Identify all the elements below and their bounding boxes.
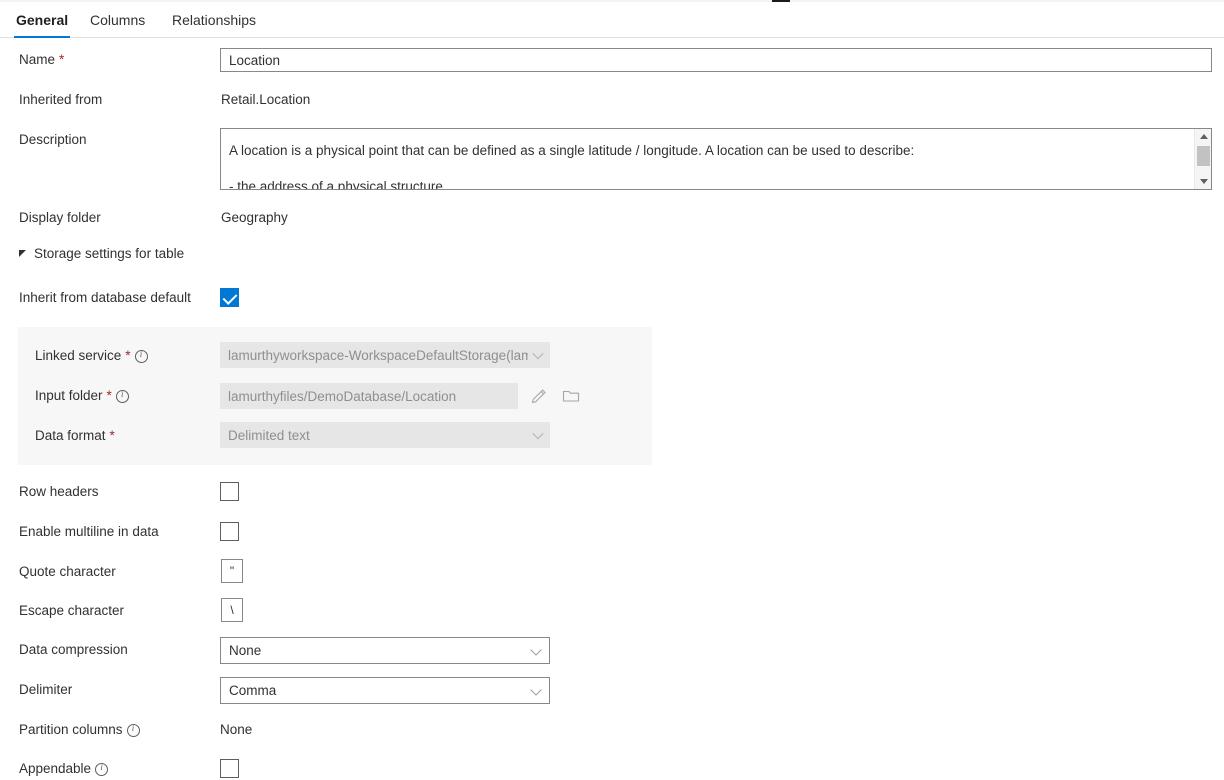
info-icon[interactable] [127, 724, 140, 737]
tab-general-label: General [16, 12, 68, 28]
tab-relationships[interactable]: Relationships [170, 2, 258, 38]
data-compression-dropdown[interactable]: None [220, 637, 550, 664]
partition-columns-label: Partition columns [19, 722, 140, 737]
inherit-default-label: Inherit from database default [19, 290, 191, 305]
tab-general[interactable]: General [14, 2, 70, 38]
inherit-default-checkbox[interactable] [220, 288, 239, 307]
collapse-triangle-icon [19, 250, 26, 257]
input-folder-required-marker: * [107, 388, 112, 403]
scrollbar-thumb[interactable] [1197, 146, 1210, 166]
row-headers-checkbox[interactable] [220, 482, 239, 501]
scroll-up-arrow-icon[interactable] [1195, 129, 1212, 144]
quote-character-label: Quote character [19, 564, 116, 579]
linked-service-dropdown[interactable]: lamurthyworkspace-WorkspaceDefaultStorag… [220, 342, 550, 368]
linked-service-label: Linked service * [35, 348, 148, 363]
delimiter-dropdown[interactable]: Comma [220, 677, 550, 704]
enable-multiline-checkbox[interactable] [220, 522, 239, 541]
name-label: Name * [19, 52, 64, 67]
partition-columns-value: None [220, 722, 252, 737]
display-folder-label: Display folder [19, 210, 101, 225]
info-icon[interactable] [135, 350, 148, 363]
info-icon[interactable] [116, 390, 129, 403]
description-scrollbar[interactable] [1194, 129, 1211, 189]
quote-character-input[interactable] [221, 559, 243, 583]
appendable-checkbox[interactable] [220, 759, 239, 778]
chevron-down-icon [532, 348, 543, 359]
scroll-down-arrow-icon[interactable] [1195, 174, 1212, 189]
escape-character-input[interactable] [221, 598, 243, 622]
pencil-icon[interactable] [529, 386, 549, 406]
enable-multiline-label: Enable multiline in data [19, 524, 159, 539]
description-line-2: - the address of a physical structure [229, 179, 443, 189]
name-input[interactable] [220, 48, 1212, 72]
inherited-from-label: Inherited from [19, 92, 102, 107]
data-compression-value: None [229, 643, 261, 658]
tab-columns-label: Columns [90, 12, 145, 28]
data-compression-label: Data compression [19, 642, 128, 657]
escape-character-label: Escape character [19, 603, 124, 618]
data-format-required-marker: * [110, 428, 115, 443]
tab-columns[interactable]: Columns [88, 2, 147, 38]
storage-settings-label: Storage settings for table [34, 246, 184, 261]
description-label: Description [19, 132, 87, 147]
data-format-label: Data format * [35, 428, 115, 443]
delimiter-value: Comma [229, 683, 276, 698]
input-folder-field[interactable]: lamurthyfiles/DemoDatabase/Location [220, 383, 518, 409]
inherited-from-value: Retail.Location [221, 92, 310, 107]
storage-settings-section-header[interactable]: Storage settings for table [19, 246, 184, 261]
display-folder-value: Geography [221, 210, 288, 225]
folder-icon[interactable] [561, 386, 581, 406]
description-line-1: A location is a physical point that can … [229, 143, 914, 158]
delimiter-label: Delimiter [19, 682, 72, 697]
tab-bar: General Columns Relationships [0, 2, 1224, 38]
table-properties-panel: General Columns Relationships Name * Inh… [0, 0, 1224, 780]
linked-service-required-marker: * [125, 348, 130, 363]
chevron-down-icon [530, 644, 541, 655]
chevron-down-icon [532, 428, 543, 439]
linked-service-value: lamurthyworkspace-WorkspaceDefaultStorag… [228, 348, 528, 363]
tab-relationships-label: Relationships [172, 12, 256, 28]
appendable-label: Appendable [19, 761, 108, 776]
row-headers-label: Row headers [19, 484, 99, 499]
description-textarea[interactable]: A location is a physical point that can … [220, 128, 1212, 190]
data-format-value: Delimited text [228, 428, 528, 443]
data-format-dropdown[interactable]: Delimited text [220, 422, 550, 448]
name-required-marker: * [59, 52, 64, 67]
input-folder-value: lamurthyfiles/DemoDatabase/Location [228, 389, 510, 404]
input-folder-label: Input folder * [35, 388, 129, 403]
info-icon[interactable] [95, 763, 108, 776]
chevron-down-icon [530, 684, 541, 695]
description-text-content: A location is a physical point that can … [221, 129, 1195, 189]
